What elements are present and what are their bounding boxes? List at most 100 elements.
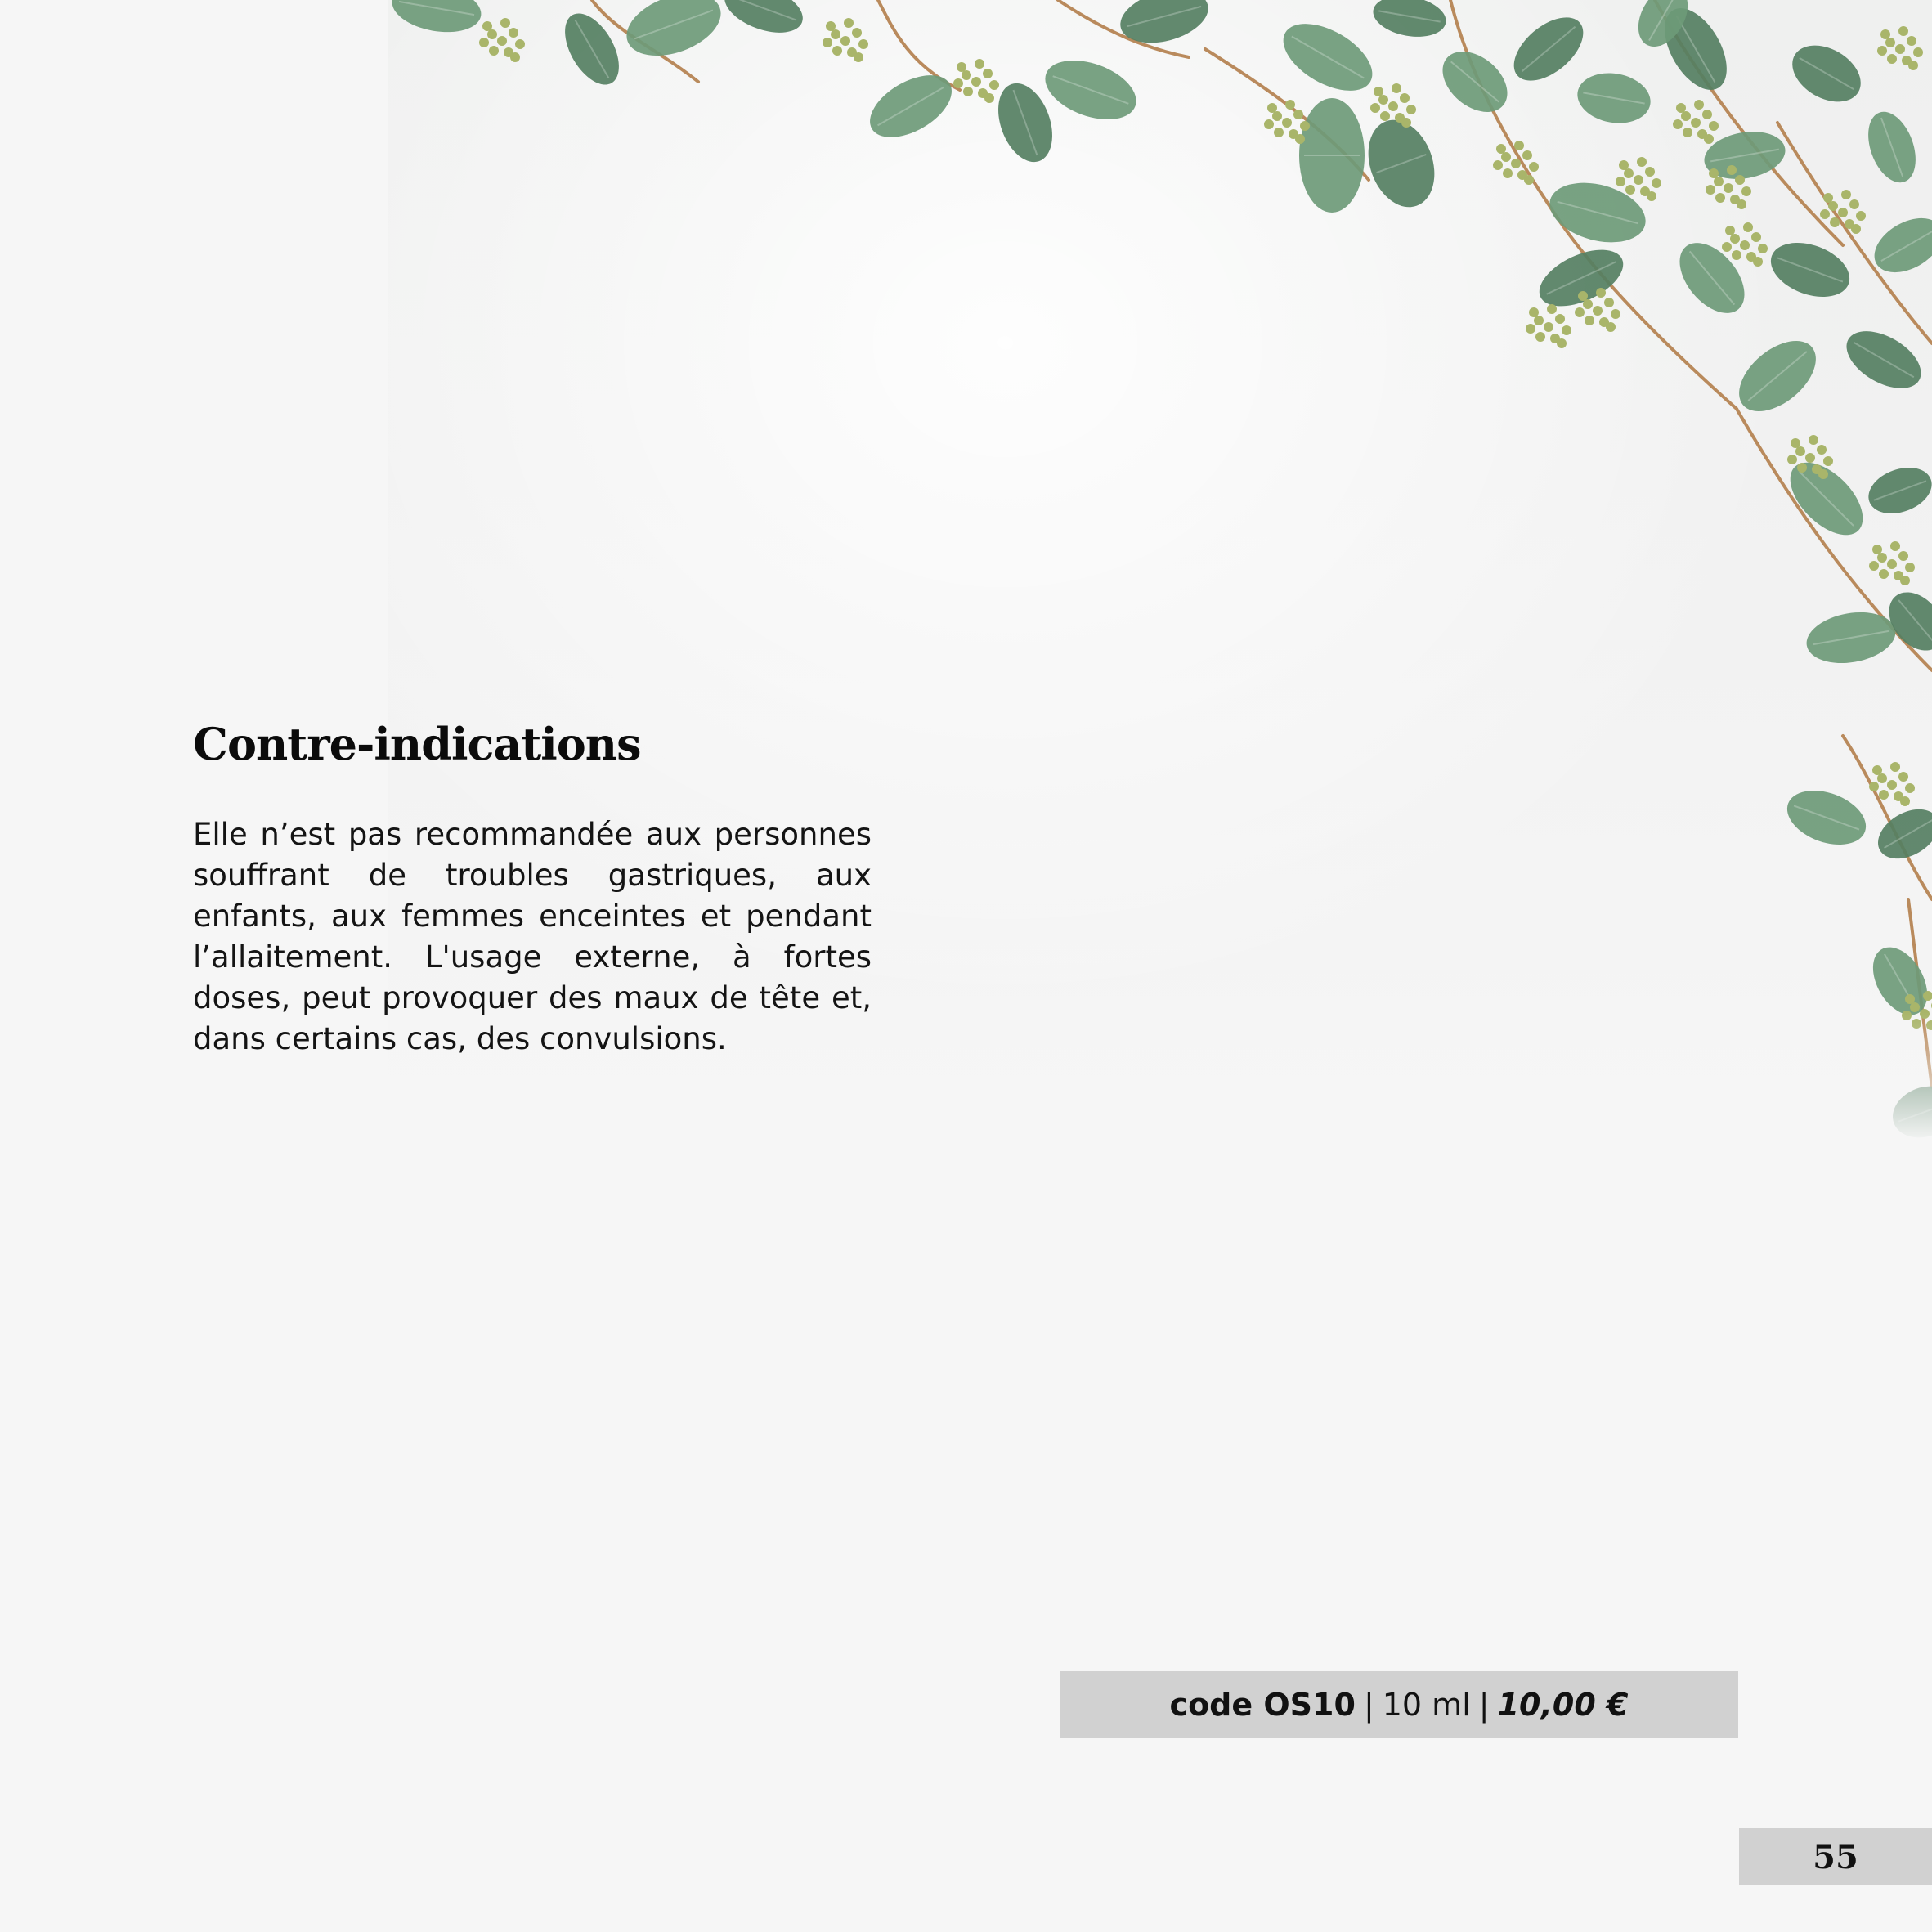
eucalyptus-bud (1890, 541, 1900, 551)
eucalyptus-bud (1926, 1020, 1932, 1030)
eucalyptus-bud (953, 78, 963, 88)
eucalyptus-bud (1555, 314, 1565, 324)
eucalyptus-bud (957, 62, 966, 72)
eucalyptus-bud (1740, 240, 1750, 250)
eucalyptus-bud (1619, 160, 1629, 170)
eucalyptus-bud (971, 77, 981, 87)
eucalyptus-bud (1838, 208, 1848, 217)
eucalyptus-leaf (1868, 467, 1932, 514)
eucalyptus-bud (1898, 551, 1908, 561)
eucalyptus-bud (1611, 309, 1620, 319)
eucalyptus-bud (1872, 545, 1882, 554)
eucalyptus-bud (1849, 199, 1859, 209)
eucalyptus-bud (1534, 316, 1544, 325)
eucalyptus-bud (1526, 324, 1535, 334)
eucalyptus-bud (983, 69, 993, 78)
eucalyptus-bud (826, 21, 836, 31)
eucalyptus-bud (1681, 111, 1691, 121)
eucalyptus-bud (1805, 453, 1815, 463)
eucalyptus-bud (1272, 111, 1282, 121)
eucalyptus-bud (1877, 553, 1887, 563)
eucalyptus-bud (1604, 298, 1614, 307)
eucalyptus-bud (1737, 199, 1746, 209)
eucalyptus-bud (1503, 168, 1513, 178)
eucalyptus-bud (1841, 190, 1851, 199)
product-code: code OS10 (1169, 1687, 1356, 1723)
eucalyptus-bud (1501, 152, 1511, 162)
eucalyptus-bud (1704, 134, 1714, 144)
separator: | (1478, 1687, 1490, 1723)
eucalyptus-bud (989, 80, 999, 90)
eucalyptus-bud (1753, 257, 1763, 267)
eucalyptus-bud (1529, 307, 1539, 317)
eucalyptus-bud (1282, 118, 1292, 128)
eucalyptus-bud (1851, 224, 1861, 234)
eucalyptus-bud (1898, 772, 1908, 782)
eucalyptus-bud (1575, 307, 1585, 317)
eucalyptus-bud (1691, 118, 1701, 128)
eucalyptus-bud (852, 28, 862, 38)
eucalyptus-bud (1869, 561, 1879, 571)
eucalyptus-bud (823, 38, 832, 47)
eucalyptus-bud (1578, 291, 1588, 301)
eucalyptus-bud (1735, 175, 1745, 185)
eucalyptus-bud (1880, 29, 1890, 39)
eucalyptus-bud (1828, 201, 1838, 211)
eucalyptus-bud (1406, 105, 1416, 114)
eucalyptus-bud (489, 46, 499, 56)
eucalyptus-bud (1715, 193, 1725, 203)
eucalyptus-bud (1625, 185, 1635, 195)
eucalyptus-bud (1820, 209, 1830, 219)
eucalyptus-bud (1583, 299, 1593, 309)
eucalyptus-bud (1606, 322, 1616, 332)
eucalyptus-bud (1817, 445, 1827, 455)
eucalyptus-bud (1585, 316, 1594, 325)
eucalyptus-bud (1624, 168, 1634, 178)
eucalyptus-leaf (392, 0, 482, 33)
eucalyptus-bud (844, 18, 854, 28)
eucalyptus-bud (1295, 134, 1305, 144)
eucalyptus-bud (1683, 128, 1692, 137)
page-number: 55 (1739, 1828, 1932, 1885)
eucalyptus-bud (1809, 435, 1818, 445)
product-info-bar: code OS10 | 10 ml | 10,00 € (1060, 1671, 1738, 1738)
eucalyptus-bud (1907, 36, 1916, 46)
eucalyptus-bud (1823, 193, 1833, 203)
eucalyptus-bud (1751, 232, 1761, 242)
eucalyptus-bud (975, 59, 984, 69)
eucalyptus-bud (1547, 304, 1557, 314)
eucalyptus-leaf (1893, 1086, 1932, 1138)
eucalyptus-bud (1637, 157, 1647, 167)
eucalyptus-bud (1898, 26, 1908, 36)
eucalyptus-bud (1791, 438, 1800, 448)
eucalyptus-bud (1910, 1002, 1920, 1012)
eucalyptus-bud (1544, 322, 1553, 332)
eucalyptus-bud (1493, 160, 1503, 170)
eucalyptus-bud (1522, 150, 1532, 160)
eucalyptus-bud (1869, 782, 1879, 791)
eucalyptus-bud (831, 29, 840, 39)
eucalyptus-bud (1557, 338, 1567, 348)
eucalyptus-bud (1676, 103, 1686, 113)
eucalyptus-bud (1920, 1009, 1930, 1019)
eucalyptus-bud (487, 29, 497, 39)
eucalyptus-bud (1285, 100, 1295, 110)
eucalyptus-bud (1380, 111, 1390, 121)
eucalyptus-bud (1706, 185, 1715, 195)
eucalyptus-bud (1645, 167, 1655, 177)
eucalyptus-bud (1535, 332, 1545, 342)
eucalyptus-bud (1905, 994, 1915, 1004)
eucalyptus-bud (1900, 576, 1910, 585)
eucalyptus-bud (1905, 783, 1915, 793)
eucalyptus-bud (1293, 110, 1303, 119)
eucalyptus-bud (1388, 101, 1398, 111)
eucalyptus-bud (1400, 93, 1410, 103)
eucalyptus-bud (1274, 128, 1284, 137)
eucalyptus-bud (832, 46, 842, 56)
eucalyptus-bud (1616, 177, 1625, 186)
eucalyptus-bud (1694, 100, 1704, 110)
eucalyptus-bud (1378, 95, 1388, 105)
eucalyptus-bud (1593, 306, 1603, 316)
eucalyptus-bud (1823, 456, 1833, 466)
eucalyptus-bud (1879, 569, 1889, 579)
